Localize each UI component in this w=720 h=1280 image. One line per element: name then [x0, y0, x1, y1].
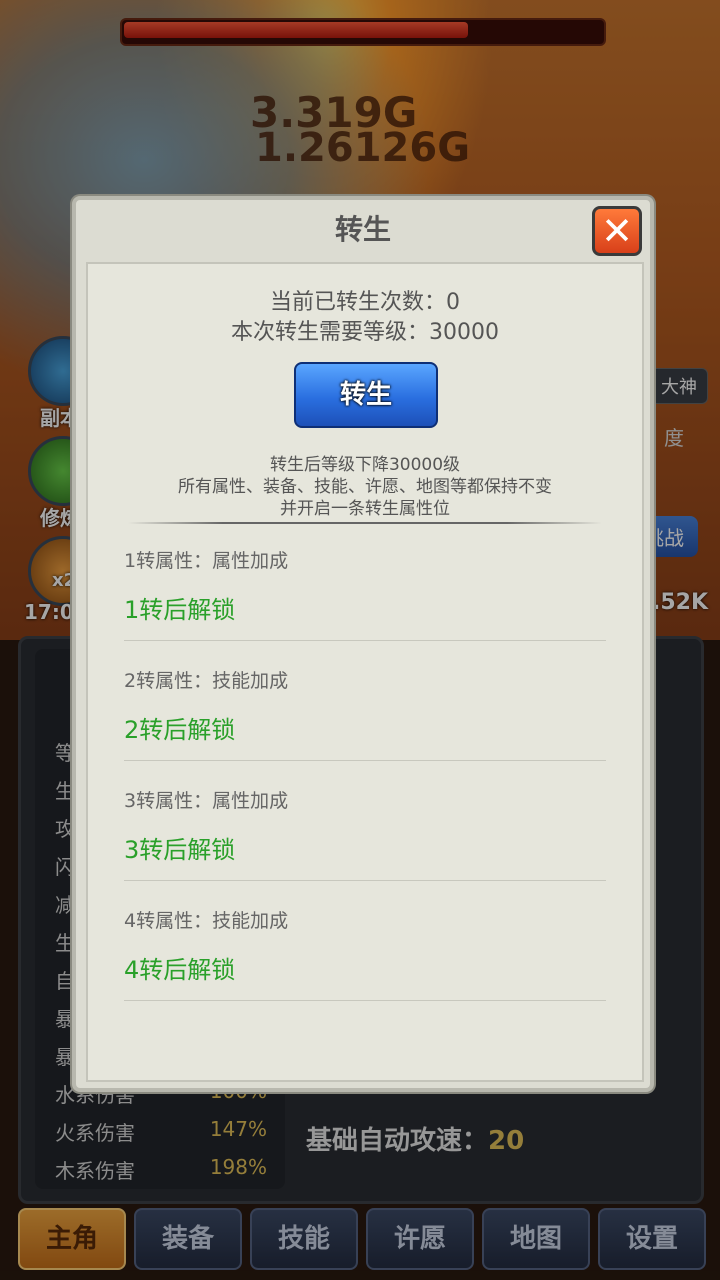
attribute-divider	[124, 640, 606, 641]
attribute-title: 1转属性：属性加成	[124, 550, 289, 572]
close-button[interactable]: ✕	[592, 206, 642, 256]
attribute-title: 3转属性：属性加成	[124, 790, 289, 812]
attribute-status: 1转后解锁	[124, 596, 236, 624]
attribute-status: 3转后解锁	[124, 836, 236, 864]
attribute-title: 2转属性：技能加成	[124, 670, 289, 692]
rebirth-count: 当前已转生次数：0	[270, 290, 460, 315]
rebirth-button[interactable]: 转生	[294, 362, 438, 428]
attribute-status: 4转后解锁	[124, 956, 236, 984]
rebirth-dialog: 转生 ✕ 当前已转生次数：0 本次转生需要等级：30000 转生 转生后等级下降…	[72, 196, 654, 1092]
attribute-status: 2转后解锁	[124, 716, 236, 744]
attribute-divider	[124, 880, 606, 881]
rebirth-note: 并开启一条转生属性位	[280, 499, 450, 519]
attribute-divider	[124, 760, 606, 761]
dialog-title: 转生	[334, 213, 391, 246]
required-level: 本次转生需要等级：30000	[231, 320, 499, 345]
attribute-divider	[124, 1000, 606, 1001]
dialog-body: 当前已转生次数：0 本次转生需要等级：30000 转生 转生后等级下降30000…	[86, 262, 644, 1082]
attribute-title: 4转属性：技能加成	[124, 910, 289, 932]
close-icon: ✕	[601, 209, 633, 253]
divider	[128, 522, 602, 524]
